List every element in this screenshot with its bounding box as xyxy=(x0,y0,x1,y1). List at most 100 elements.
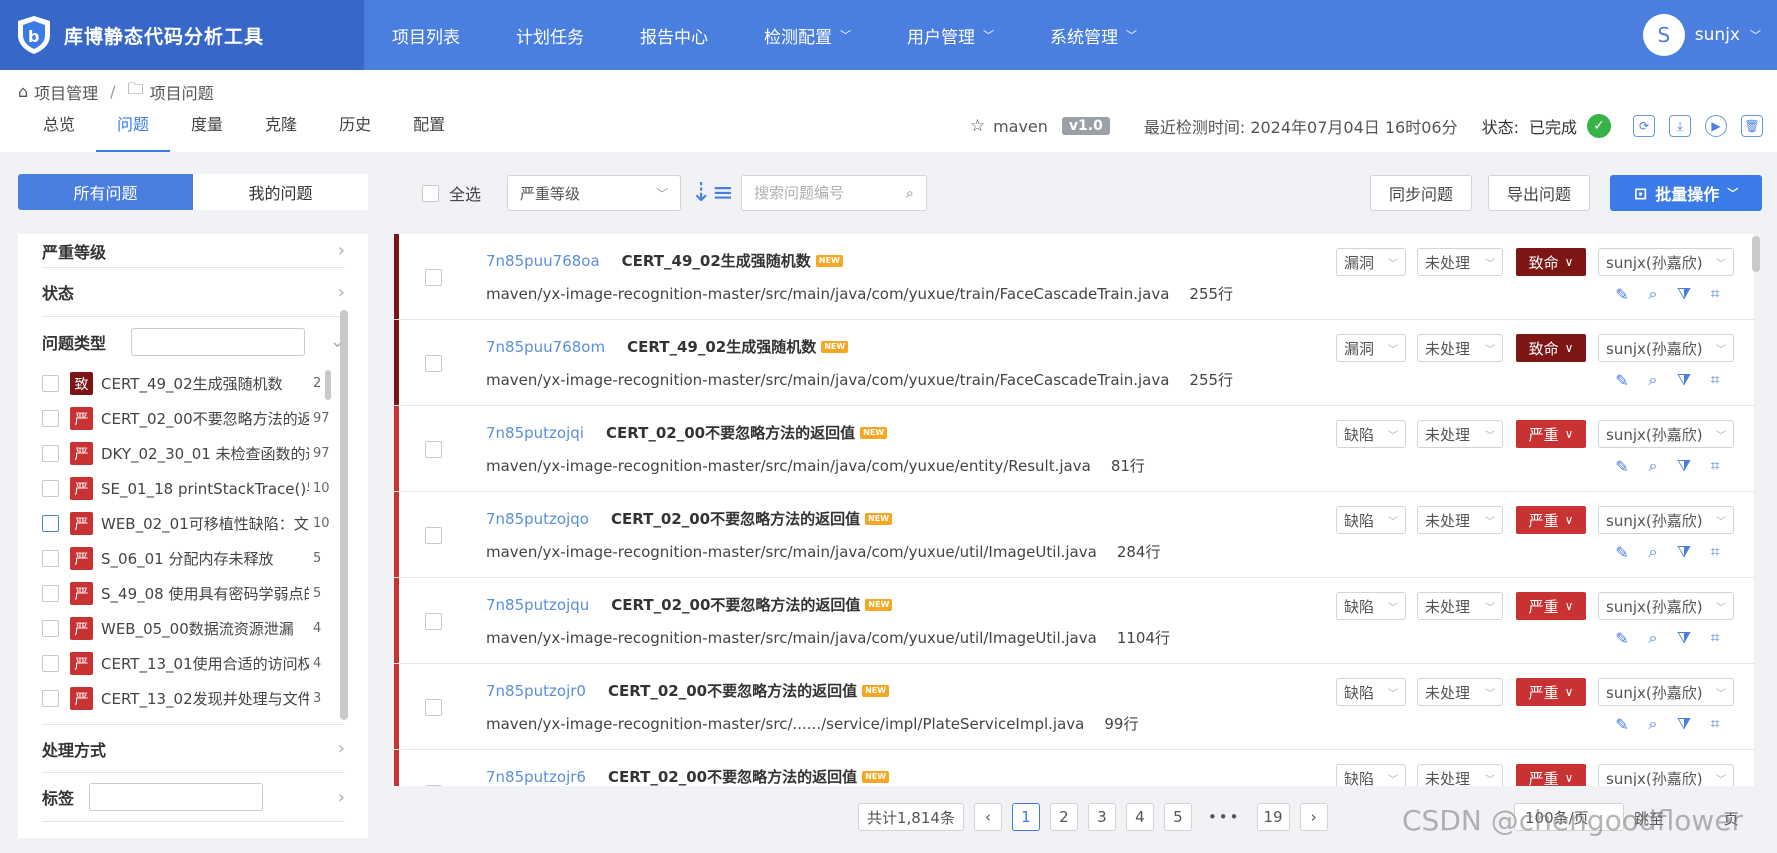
type-checkbox[interactable] xyxy=(42,375,59,392)
sort-icon[interactable]: ⇣≡ xyxy=(690,175,734,211)
tab[interactable]: 历史 xyxy=(318,108,392,152)
status-select[interactable]: 未处理 ﹀ xyxy=(1417,248,1503,276)
user-name[interactable]: sunjx xyxy=(1695,25,1740,45)
category-select[interactable]: 漏洞 ﹀ xyxy=(1336,334,1406,362)
edit-icon[interactable]: ✎ xyxy=(1612,456,1632,476)
issue-id-link[interactable]: 7n85putzojqi xyxy=(486,424,584,442)
assignee-select[interactable]: sunjx(孙嘉欣) ﹀ xyxy=(1598,334,1734,362)
edit-icon[interactable]: ✎ xyxy=(1612,714,1632,734)
status-select[interactable]: 未处理 ﹀ xyxy=(1417,506,1503,534)
type-checkbox[interactable] xyxy=(42,690,59,707)
filter-icon[interactable]: ⧩ xyxy=(1674,628,1694,648)
issue-id-link[interactable]: 7n85puu768oa xyxy=(486,252,600,270)
severity-select[interactable]: 致命 ∨ xyxy=(1516,334,1586,362)
assignee-select[interactable]: sunjx(孙嘉欣) ﹀ xyxy=(1598,678,1734,706)
nav-item[interactable]: 系统管理 ﹀ xyxy=(1022,0,1165,70)
status-select[interactable]: 未处理 ﹀ xyxy=(1417,592,1503,620)
trash-icon[interactable]: 🗑 xyxy=(1741,115,1763,137)
code-icon[interactable]: ⌗ xyxy=(1705,628,1725,648)
issue-checkbox[interactable] xyxy=(425,527,442,544)
code-icon[interactable]: ⌗ xyxy=(1705,456,1725,476)
category-select[interactable]: 漏洞 ﹀ xyxy=(1336,248,1406,276)
status-select[interactable]: 未处理 ﹀ xyxy=(1417,678,1503,706)
status-select[interactable]: 未处理 ﹀ xyxy=(1417,420,1503,448)
filter-icon[interactable]: ⧩ xyxy=(1674,370,1694,390)
filter-severity[interactable]: 严重等级 › xyxy=(42,234,345,268)
edit-icon[interactable]: ✎ xyxy=(1612,284,1632,304)
severity-select[interactable]: 严重 ∨ xyxy=(1516,420,1586,448)
code-icon[interactable]: ⌗ xyxy=(1705,542,1725,562)
type-list-item[interactable]: 严 DKY_02_30_01 未检查函数的返回值 97 xyxy=(42,436,342,471)
page-number[interactable]: 5 xyxy=(1163,803,1192,831)
type-checkbox[interactable] xyxy=(42,550,59,567)
nav-item[interactable]: 计划任务 xyxy=(488,0,612,70)
page-ellipsis[interactable]: ••• xyxy=(1202,803,1247,831)
chevron-right-icon[interactable]: › xyxy=(338,787,345,808)
severity-select[interactable]: 严重 ∨ xyxy=(1516,764,1586,786)
issue-id-link[interactable]: 7n85putzojr0 xyxy=(486,682,586,700)
issue-id-link[interactable]: 7n85putzojqu xyxy=(486,596,589,614)
type-list-item[interactable]: 严 CERT_02_00不要忽略方法的返回值 97 xyxy=(42,401,342,436)
type-checkbox[interactable] xyxy=(42,410,59,427)
view-detail-icon[interactable]: ⌕ xyxy=(1643,714,1663,734)
issue-id-link[interactable]: 7n85putzojqo xyxy=(486,510,589,528)
type-list-item[interactable]: 严 SE_01_18 printStackTrace()导致信息泄露 10 xyxy=(42,471,342,506)
issue-search-input[interactable] xyxy=(754,184,885,202)
type-checkbox[interactable] xyxy=(42,585,59,602)
type-list-item[interactable]: 致 CERT_49_02生成强随机数 2 xyxy=(42,366,342,401)
prev-page-button[interactable]: ‹ xyxy=(973,803,1002,831)
edit-icon[interactable]: ✎ xyxy=(1612,370,1632,390)
view-detail-icon[interactable]: ⌕ xyxy=(1643,456,1663,476)
refresh-icon[interactable]: ⟳ xyxy=(1633,115,1655,137)
type-search-input[interactable] xyxy=(130,327,305,356)
avatar[interactable]: S xyxy=(1642,14,1685,56)
edit-icon[interactable]: ✎ xyxy=(1612,628,1632,648)
issue-id-link[interactable]: 7n85puu768om xyxy=(486,338,605,356)
view-detail-icon[interactable]: ⌕ xyxy=(1643,628,1663,648)
nav-item[interactable]: 报告中心 xyxy=(612,0,736,70)
nav-item[interactable]: 项目列表 xyxy=(364,0,488,70)
issue-checkbox[interactable] xyxy=(425,441,442,458)
filter-status[interactable]: 状态 › xyxy=(42,268,345,317)
severity-select[interactable]: 严重等级 ﹀ xyxy=(507,175,682,211)
code-icon[interactable]: ⌗ xyxy=(1705,284,1725,304)
type-list-item[interactable]: 严 WEB_02_01可移植性缺陷：文件分隔符 10 xyxy=(42,506,342,541)
type-list-item[interactable]: 严 WEB_05_00数据流资源泄漏 4 xyxy=(42,611,342,646)
status-select[interactable]: 未处理 ﹀ xyxy=(1417,334,1503,362)
user-menu[interactable]: S sunjx ﹀ xyxy=(1642,14,1761,56)
filter-icon[interactable]: ⧩ xyxy=(1674,714,1694,734)
category-select[interactable]: 缺陷 ﹀ xyxy=(1336,592,1406,620)
play-icon[interactable]: ▶ xyxy=(1705,115,1727,137)
all-issues-button[interactable]: 所有问题 xyxy=(18,174,193,210)
search-icon[interactable]: ⌕ xyxy=(906,184,914,202)
filter-handling[interactable]: 处理方式 › xyxy=(42,724,345,773)
batch-operation-button[interactable]: ⊡ 批量操作 ﹀ xyxy=(1610,175,1762,211)
issue-checkbox[interactable] xyxy=(425,699,442,716)
filter-scrollbar[interactable] xyxy=(340,310,348,720)
severity-select[interactable]: 严重 ∨ xyxy=(1516,678,1586,706)
select-all-checkbox[interactable] xyxy=(422,184,439,202)
severity-select[interactable]: 严重 ∨ xyxy=(1516,506,1586,534)
assignee-select[interactable]: sunjx(孙嘉欣) ﹀ xyxy=(1598,506,1734,534)
tag-input[interactable] xyxy=(88,783,263,811)
nav-item[interactable]: 检测配置 ﹀ xyxy=(736,0,879,70)
type-list-item[interactable]: 严 CERT_13_01使用合适的访问权限 4 xyxy=(42,646,342,681)
breadcrumb-project-manage[interactable]: 项目管理 xyxy=(34,80,98,104)
assignee-select[interactable]: sunjx(孙嘉欣) ﹀ xyxy=(1598,592,1734,620)
select-all[interactable]: 全选 xyxy=(422,181,481,205)
type-list-item[interactable]: 严 S_06_01 分配内存未释放 5 xyxy=(42,541,342,576)
type-list-scrollbar[interactable] xyxy=(325,370,331,400)
type-list-item[interactable]: 严 CERT_13_02发现并处理与文件相关的错误 3 xyxy=(42,681,342,716)
assignee-select[interactable]: sunjx(孙嘉欣) ﹀ xyxy=(1598,420,1734,448)
code-icon[interactable]: ⌗ xyxy=(1705,370,1725,390)
issue-id-link[interactable]: 7n85putzojr6 xyxy=(486,768,586,786)
type-checkbox[interactable] xyxy=(42,620,59,637)
tab[interactable]: 问题 xyxy=(96,108,171,152)
type-checkbox[interactable] xyxy=(42,655,59,672)
view-detail-icon[interactable]: ⌕ xyxy=(1643,370,1663,390)
issue-checkbox[interactable] xyxy=(425,613,442,630)
tab[interactable]: 度量 xyxy=(170,108,244,152)
filter-icon[interactable]: ⧩ xyxy=(1674,284,1694,304)
type-list-item[interactable]: 严 S_49_08 使用具有密码学弱点的算法 5 xyxy=(42,576,342,611)
type-checkbox[interactable] xyxy=(42,480,59,497)
